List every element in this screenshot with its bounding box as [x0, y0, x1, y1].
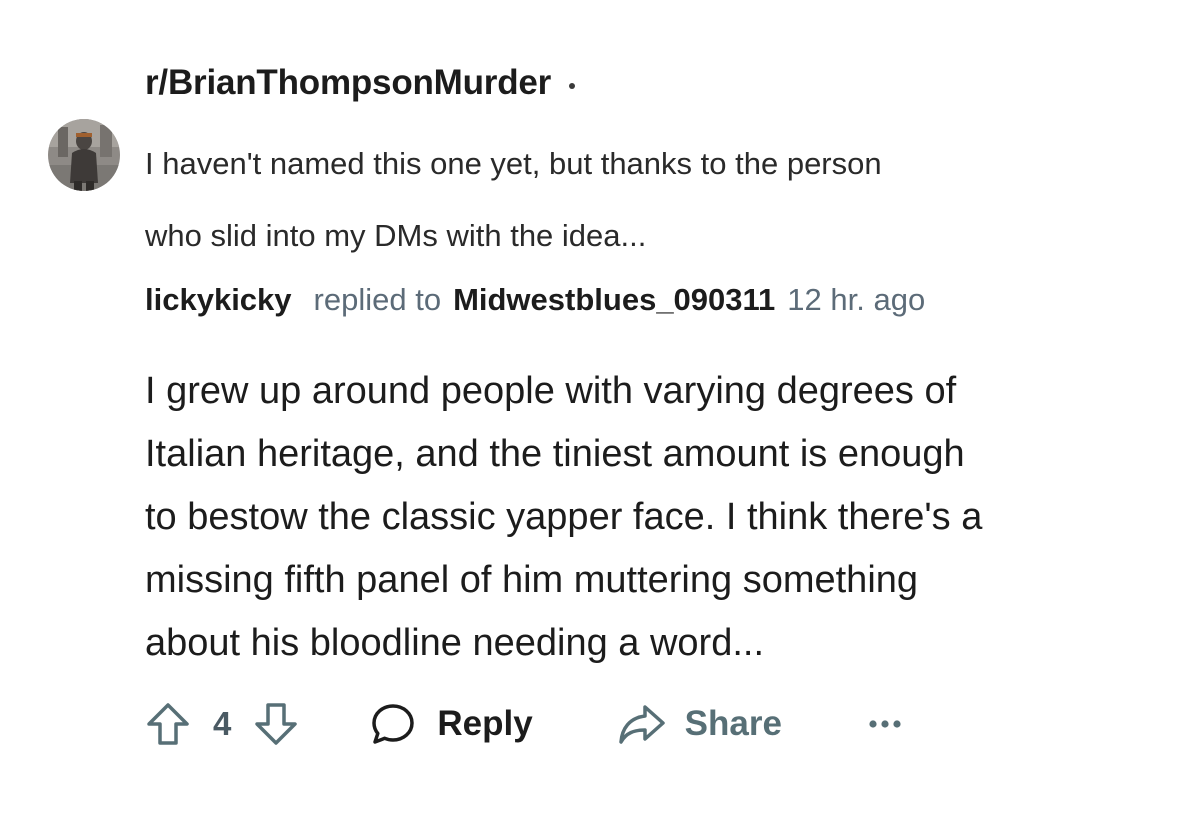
comment-line-5: about his bloodline needing a word... — [145, 622, 765, 664]
share-label: Share — [684, 704, 782, 743]
downvote-button[interactable] — [253, 701, 299, 747]
replied-to-label: replied to — [313, 282, 442, 317]
vote-count: 4 — [213, 705, 232, 742]
comment-timestamp: 12 hr. ago — [787, 282, 926, 317]
comment-line-2: Italian heritage, and the tiniest amount… — [145, 433, 965, 475]
post-title-line-1: I haven't named this one yet, but thanks… — [145, 146, 882, 181]
reply-label: Reply — [437, 704, 533, 743]
speech-bubble-icon — [372, 704, 415, 744]
comment-line-3: to bestow the classic yapper face. I thi… — [145, 496, 983, 538]
upvote-button[interactable] — [145, 701, 191, 747]
reply-button[interactable]: Reply — [369, 700, 533, 748]
subreddit-header: r/BrianThompsonMurder — [145, 62, 576, 104]
comment-line-4: missing fifth panel of him muttering som… — [145, 559, 919, 601]
subreddit-name[interactable]: r/BrianThompsonMurder — [145, 63, 551, 103]
share-arrow-icon — [618, 705, 665, 744]
share-button[interactable]: Share — [617, 702, 782, 746]
more-options-button[interactable] — [868, 719, 902, 729]
comment-body: I grew up around people with varying deg… — [145, 360, 1145, 675]
avatar-image — [48, 119, 120, 191]
replied-to-user[interactable]: Midwestblues_090311 — [453, 282, 775, 318]
reply-metadata: lickykicky replied to Midwestblues_09031… — [145, 278, 925, 322]
post-title[interactable]: I haven't named this one yet, but thanks… — [145, 128, 1145, 272]
comment-action-bar: 4 Reply Share — [145, 696, 902, 752]
comment-line-1: I grew up around people with varying deg… — [145, 370, 957, 412]
arrow-down-outline-icon — [255, 703, 298, 745]
ellipsis-icon — [869, 720, 901, 728]
arrow-up-outline-icon — [147, 703, 189, 745]
separator-dot — [569, 83, 576, 89]
comment-author[interactable]: lickykicky — [145, 282, 292, 318]
post-title-line-2: who slid into my DMs with the idea... — [145, 218, 647, 253]
subreddit-avatar[interactable] — [48, 119, 120, 191]
